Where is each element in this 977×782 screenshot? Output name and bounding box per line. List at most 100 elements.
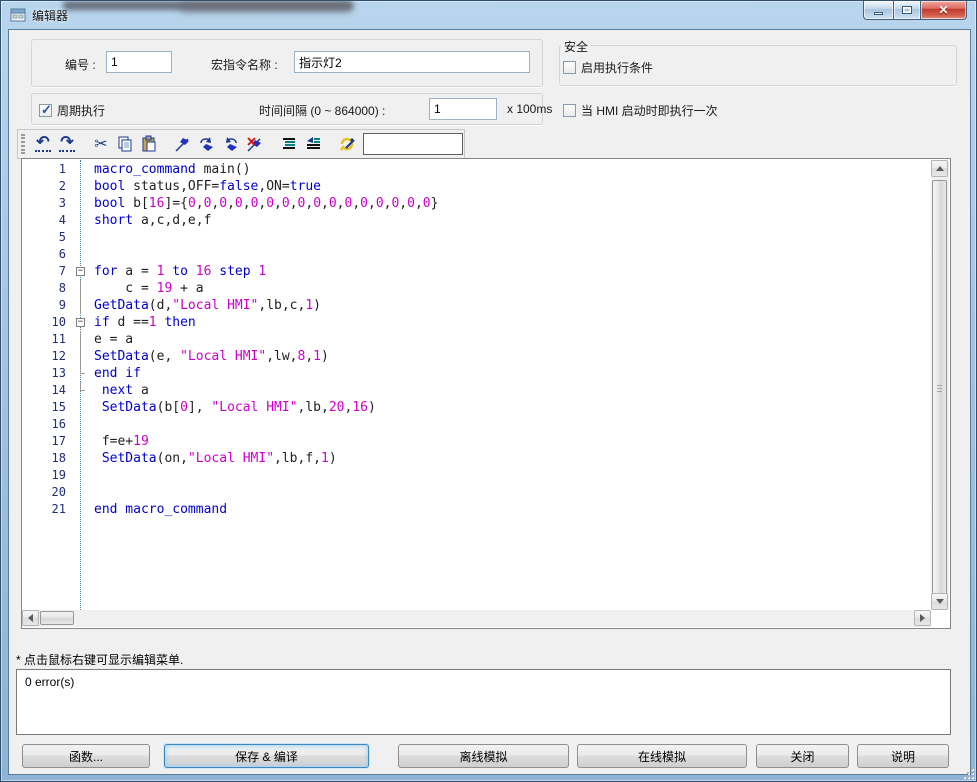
scroll-down-button[interactable]: [931, 593, 948, 610]
scroll-right-button[interactable]: [914, 610, 931, 626]
enable-condition-checkbox[interactable]: [563, 61, 576, 74]
compile-output-box: 0 error(s): [16, 669, 951, 735]
redo-button[interactable]: ↷: [55, 132, 79, 156]
line-number: 8: [22, 280, 74, 297]
code-line: 4short a,c,d,e,f: [22, 212, 931, 229]
line-number: 16: [22, 416, 74, 433]
line-number: 1: [22, 161, 74, 178]
fold-margin: [74, 229, 94, 246]
functions-button-label: 函数...: [69, 748, 103, 765]
run-on-start-row[interactable]: 当 HMI 启动时即执行一次: [563, 102, 718, 119]
code-text: end macro_command: [94, 501, 227, 518]
line-number: 5: [22, 229, 74, 246]
macro-id-input[interactable]: [106, 51, 172, 73]
macro-name-input[interactable]: [294, 51, 530, 73]
indent-list-icon: [280, 135, 298, 153]
redo-icon: ↷: [59, 136, 74, 152]
edit-menu-hint: * 点击鼠标右键可显示编辑菜单.: [16, 651, 183, 668]
code-text: bool status,OFF=false,ON=true: [94, 178, 321, 195]
fold-margin: [74, 178, 94, 195]
periodic-checkbox[interactable]: [39, 104, 52, 117]
copy-icon: [116, 135, 134, 153]
fold-margin[interactable]: −: [74, 314, 94, 331]
find-replace-icon: [338, 135, 356, 153]
close-dialog-button[interactable]: 关闭: [756, 744, 849, 768]
scroll-left-button[interactable]: [22, 610, 39, 626]
save-compile-button[interactable]: 保存 & 编译: [164, 744, 369, 768]
line-number: 12: [22, 348, 74, 365]
find-replace-button[interactable]: [335, 132, 359, 156]
id-label: 编号 :: [65, 56, 96, 73]
online-sim-button-label: 在线模拟: [638, 748, 686, 765]
bookmark-clear-button[interactable]: [243, 132, 267, 156]
interval-input[interactable]: [429, 98, 497, 120]
horizontal-scrollbar[interactable]: [22, 610, 931, 627]
cut-button[interactable]: ✂: [89, 132, 113, 156]
offline-sim-button-label: 离线模拟: [459, 748, 507, 765]
help-button[interactable]: 说明: [857, 744, 949, 768]
offline-sim-button[interactable]: 离线模拟: [398, 744, 569, 768]
run-on-start-checkbox[interactable]: [563, 104, 576, 117]
fold-collapse-icon[interactable]: −: [76, 267, 85, 276]
horizontal-scroll-thumb[interactable]: [40, 611, 74, 625]
code-line: 6: [22, 246, 931, 263]
code-text: f=e+19: [94, 433, 149, 450]
code-text: end if: [94, 365, 141, 382]
online-sim-button[interactable]: 在线模拟: [577, 744, 747, 768]
code-line: 14 next a: [22, 382, 931, 399]
fold-margin: [74, 365, 94, 382]
enable-condition-row[interactable]: 启用执行条件: [563, 59, 653, 76]
search-input[interactable]: [363, 133, 463, 155]
bookmark-prev-button[interactable]: [219, 132, 243, 156]
code-text: bool b[16]={0,0,0,0,0,0,0,0,0,0,0,0,0,0,…: [94, 195, 438, 212]
editor-window: 编辑器 ✕ 编号 : 宏指令名称 : 安全 启用执行条件 周期执行 时间间隔 (…: [0, 0, 977, 782]
toolbar-grip[interactable]: [21, 134, 25, 154]
maximize-icon: [902, 6, 912, 14]
help-button-label: 说明: [891, 748, 915, 765]
code-text: short a,c,d,e,f: [94, 212, 211, 229]
line-number: 7: [22, 263, 74, 280]
code-line: 2bool status,OFF=false,ON=true: [22, 178, 931, 195]
title-bar[interactable]: 编辑器 ✕: [1, 1, 976, 29]
bookmark-toggle-button[interactable]: [171, 132, 195, 156]
macro-name-label: 宏指令名称 :: [211, 56, 278, 73]
close-button[interactable]: ✕: [921, 1, 967, 20]
security-group-label: 安全: [561, 38, 591, 55]
line-number: 20: [22, 484, 74, 501]
periodic-row[interactable]: 周期执行: [39, 102, 105, 119]
code-text: e = a: [94, 331, 133, 348]
fold-collapse-icon[interactable]: −: [76, 318, 85, 327]
code-line: 21end macro_command: [22, 501, 931, 518]
vertical-scrollbar[interactable]: [931, 160, 949, 610]
code-editor[interactable]: 1macro_command main()2bool status,OFF=fa…: [21, 158, 951, 629]
bookmark-next-icon: [198, 135, 216, 153]
copy-button[interactable]: [113, 132, 137, 156]
resize-grip[interactable]: [961, 766, 973, 778]
line-number: 3: [22, 195, 74, 212]
functions-button[interactable]: 函数...: [22, 744, 150, 768]
code-line: 15 SetData(b[0], "Local HMI",lb,20,16): [22, 399, 931, 416]
indent-list-button[interactable]: [277, 132, 301, 156]
cut-icon: ✂: [94, 134, 107, 154]
minimize-button[interactable]: [863, 1, 893, 20]
scroll-up-button[interactable]: [931, 160, 948, 177]
bookmark-next-button[interactable]: [195, 132, 219, 156]
code-text: c = 19 + a: [94, 280, 204, 297]
fold-margin: [74, 467, 94, 484]
fold-margin: [74, 501, 94, 518]
error-status: 0 error(s): [25, 675, 74, 689]
vertical-scroll-thumb[interactable]: [932, 180, 947, 598]
undo-button[interactable]: ↶: [31, 132, 55, 156]
outdent-list-icon: [304, 135, 322, 153]
window-title: 编辑器: [32, 7, 68, 24]
undo-icon: ↶: [35, 136, 50, 152]
fold-margin: [74, 450, 94, 467]
fold-margin[interactable]: −: [74, 263, 94, 280]
fold-margin: [74, 348, 94, 365]
maximize-button[interactable]: [893, 1, 921, 20]
code-lines: 1macro_command main()2bool status,OFF=fa…: [22, 161, 931, 518]
paste-button[interactable]: [137, 132, 161, 156]
outdent-list-button[interactable]: [301, 132, 325, 156]
minimize-icon: [874, 12, 883, 15]
fold-margin: [74, 331, 94, 348]
